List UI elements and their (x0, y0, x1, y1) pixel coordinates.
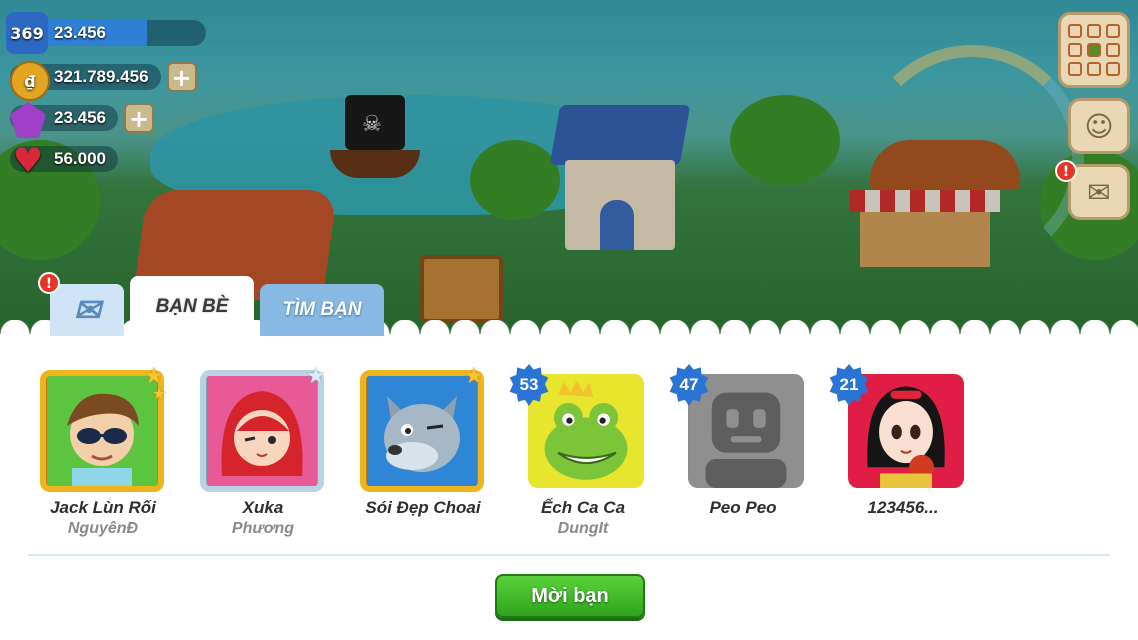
friend-card[interactable]: ★ ★ Jack Lùn Rối NguyênĐ (28, 364, 178, 544)
gems-value: 23.456 (54, 108, 106, 127)
mail-tab-alert-badge: ! (38, 272, 60, 294)
coins-row: ₫ 321.789.456 + (10, 61, 197, 101)
gems-row: 23.456 + (10, 102, 154, 138)
tab-friends[interactable]: BẠN BÈ (130, 276, 254, 338)
heart-icon: ♥ (12, 141, 44, 181)
envelope-icon: ✉ (1087, 175, 1111, 209)
coins-value: 321.789.456 (54, 67, 149, 86)
friend-card[interactable]: 47 Peo Peo (668, 364, 818, 544)
xp-value: 23.456 (54, 23, 106, 42)
friend-name: 123456... (867, 498, 939, 517)
grid-icon (1068, 24, 1120, 76)
mail-alert-badge: ! (1055, 160, 1077, 182)
divider (28, 554, 1110, 556)
friend-subname: DungIt (557, 520, 609, 537)
star-icon: ★ (306, 364, 326, 389)
coin-icon: ₫ (10, 61, 50, 101)
friend-card[interactable]: 53 Ếch Ca Ca DungIt (508, 364, 658, 544)
character-icon: ☺ (1084, 109, 1114, 143)
hearts-value: 56.000 (54, 149, 106, 168)
boy-sunglasses-avatar (47, 376, 157, 486)
friends-list: ★ ★ Jack Lùn Rối NguyênĐ ★ Xuka Phương ★… (28, 364, 1118, 544)
star-icon: ★ (464, 364, 484, 389)
star-icon: ★ (152, 384, 167, 403)
tab-mail[interactable]: ✉ (50, 284, 124, 336)
mail-button[interactable]: ✉ (1068, 164, 1130, 220)
tab-find-friends[interactable]: TÌM BẠN (260, 284, 384, 336)
grid-menu-button[interactable] (1058, 12, 1130, 88)
wolf-avatar (367, 376, 477, 486)
add-coins-button[interactable]: + (166, 62, 197, 92)
envelope-icon: ✉ (73, 292, 101, 328)
hearts-row: ♥ 56.000 (10, 141, 118, 181)
red-hood-girl-avatar (207, 376, 317, 486)
level-value: 369 (10, 23, 44, 43)
add-gems-button[interactable]: + (124, 103, 154, 133)
friend-card[interactable]: ★ Sói Đẹp Choai (348, 364, 498, 544)
invite-friend-button[interactable]: Mời bạn (495, 574, 645, 618)
level-star-icon: 369 (6, 12, 48, 54)
character-button[interactable]: ☺ (1068, 98, 1130, 154)
friend-card[interactable]: ★ Xuka Phương (188, 364, 338, 544)
friend-card[interactable]: 21 123456... (828, 364, 978, 544)
friend-subname: Phương (231, 520, 295, 537)
xp-row: 369 23.456 (6, 12, 206, 54)
friends-panel: ★ ★ Jack Lùn Rối NguyênĐ ★ Xuka Phương ★… (0, 320, 1138, 640)
